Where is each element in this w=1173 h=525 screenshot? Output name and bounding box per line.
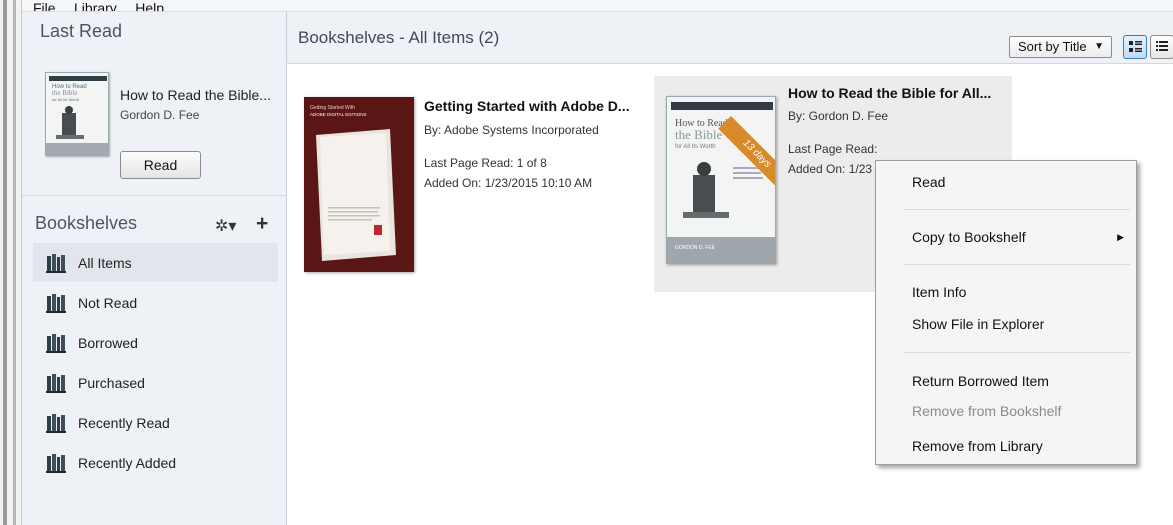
sort-dropdown[interactable]: Sort by Title ▼ [1009,36,1112,58]
menu-item-read[interactable]: Read [876,168,1136,196]
sidebar-item-label: Purchased [78,374,145,391]
menu-item-copy-to-bookshelf[interactable]: Copy to Bookshelf ▶ [876,223,1136,251]
sidebar-item-label: Recently Added [78,454,177,471]
bookshelf-icon [46,373,66,393]
sidebar-item-recently-added[interactable]: Recently Added [33,443,278,482]
cover-authors: GORDON D. FEE [675,245,716,251]
sidebar-item-not-read[interactable]: Not Read [33,283,278,322]
book-title: Getting Started with Adobe D... [424,98,630,114]
last-read-read-button[interactable]: Read [120,151,201,179]
bookshelf-icon [46,413,66,433]
book-added-on: Added On: 1/23/2015 10:10 AM [424,176,593,190]
svg-text:for All Its Worth: for All Its Worth [52,97,79,102]
sidebar-item-label: Borrowed [78,334,138,351]
last-read-heading: Last Read [40,21,123,41]
menu-item-return-borrowed[interactable]: Return Borrowed Item [876,367,1136,395]
sidebar: Last Read How to Read the Bible for All … [22,12,287,525]
window-frame-left [0,0,22,525]
book-author: By: Adobe Systems Incorporated [424,123,599,137]
sort-dropdown-value: Sort by Title [1018,39,1087,54]
book-last-page: Last Page Read: 1 of 8 [424,156,547,170]
menu-item-remove-from-library[interactable]: Remove from Library [876,432,1136,460]
menu-library[interactable]: Library [74,1,117,11]
list-view-icon [1156,41,1168,51]
menu-help[interactable]: Help [135,1,164,11]
bookshelf-icon [46,253,66,273]
book-last-page: Last Page Read: [788,142,878,156]
last-read-title: How to Read the Bible... [120,87,271,103]
bookshelves-heading: Bookshelves [35,213,138,233]
bible-cover-image: How to Read the Bible for All Its Worth … [667,97,775,263]
plus-icon[interactable]: + [256,212,268,236]
context-menu: Read Copy to Bookshelf ▶ Item Info Show … [875,160,1137,465]
adobe-cover-image: Getting Started With ADOBE DIGITAL EDITI… [304,97,414,272]
bookshelf-icon [46,293,66,313]
menu-file[interactable]: File [33,1,56,11]
svg-text:the Bible: the Bible [52,89,77,97]
sidebar-item-borrowed[interactable]: Borrowed [33,323,278,362]
menu-item-show-in-explorer[interactable]: Show File in Explorer [876,310,1136,338]
list-view-button[interactable] [1150,35,1173,59]
detail-view-icon [1129,41,1142,52]
sidebar-item-purchased[interactable]: Purchased [33,363,278,402]
frame-bar [13,0,16,525]
book-card[interactable]: Getting Started With ADOBE DIGITAL EDITI… [299,87,649,287]
menu-item-label: Copy to Bookshelf [912,229,1026,245]
last-read-cover[interactable]: How to Read the Bible for All Its Worth [45,72,109,156]
sidebar-item-all-items[interactable]: All Items [33,243,278,282]
book-added-on: Added On: 1/23 [788,162,873,176]
last-read-author: Gordon D. Fee [120,108,200,122]
sidebar-item-label: Recently Read [78,414,170,431]
sidebar-item-label: Not Read [78,294,138,311]
gear-icon[interactable]: ✲▾ [215,216,236,236]
menu-bar: File Library Help [22,0,1173,12]
cover-title-line3: for All Its Worth [675,144,716,150]
menu-separator [904,352,1130,353]
chevron-down-icon: ▼ [1094,41,1104,52]
menu-separator [904,209,1130,210]
frame-bar [3,0,7,525]
sidebar-item-label: All Items [78,254,132,271]
menu-item-item-info[interactable]: Item Info [876,278,1136,306]
book-cover[interactable]: Getting Started With ADOBE DIGITAL EDITI… [304,97,414,272]
bookshelf-icon [46,453,66,473]
main-header: Bookshelves - All Items (2) Sort by Titl… [287,12,1173,64]
book-cover[interactable]: How to Read the Bible for All Its Worth … [666,96,776,264]
cover-title-line2: the Bible [675,127,723,142]
detail-view-button[interactable] [1123,35,1147,59]
bible-cover-image: How to Read the Bible for All Its Worth [46,73,108,155]
page-title: Bookshelves - All Items (2) [298,28,500,47]
cover-header: Getting Started With [310,105,355,111]
menu-item-remove-from-bookshelf: Remove from Bookshelf [912,403,1062,419]
bookshelf-icon [46,333,66,353]
book-title: How to Read the Bible for All... [788,85,992,101]
sidebar-divider [22,195,287,196]
sidebar-item-recently-read[interactable]: Recently Read [33,403,278,442]
menu-separator [904,264,1130,265]
submenu-arrow-icon: ▶ [1117,232,1124,242]
cover-sub: ADOBE DIGITAL EDITIONS [310,112,367,117]
book-author: By: Gordon D. Fee [788,109,889,123]
